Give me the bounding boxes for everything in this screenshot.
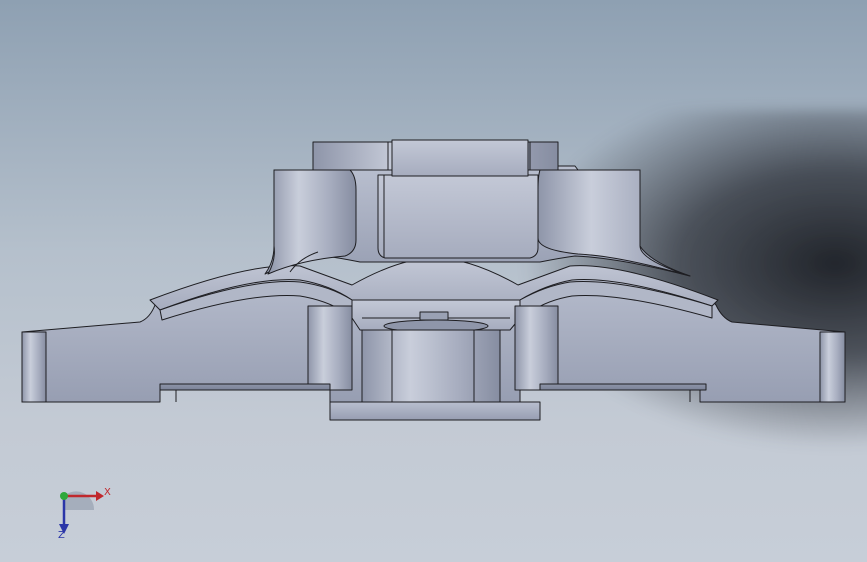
bottom-lip-left <box>159 383 331 391</box>
boss-column <box>361 329 501 403</box>
bottom-spigot <box>329 401 541 421</box>
rib-right <box>514 305 559 391</box>
part-model[interactable] <box>0 0 867 562</box>
bottom-lip-right <box>539 383 707 391</box>
top-collar-center <box>391 139 529 177</box>
z-axis-label: Z <box>58 530 65 541</box>
rib-left <box>307 305 353 391</box>
housing-center <box>377 174 539 259</box>
flange-end-right <box>819 331 846 403</box>
graphics-viewport[interactable]: X Z <box>0 0 867 562</box>
part-geometry <box>21 139 846 421</box>
x-axis-label: X <box>104 487 111 498</box>
coordinate-triad: X Z <box>44 482 114 546</box>
flange-end-left <box>21 331 47 403</box>
